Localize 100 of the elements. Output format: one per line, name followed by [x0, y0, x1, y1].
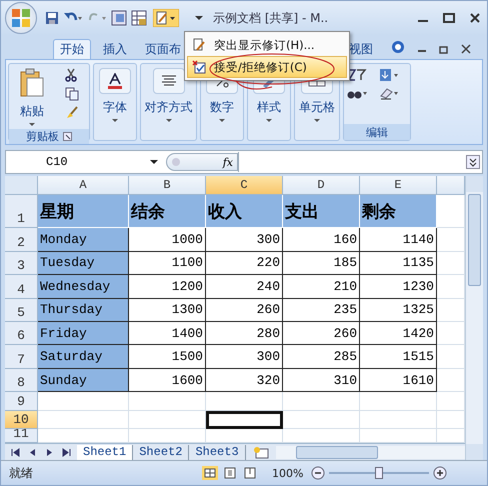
column-header[interactable]: C — [206, 176, 283, 195]
brush-icon[interactable] — [65, 106, 79, 120]
table-cell: 1300 — [129, 298, 206, 322]
paste-button[interactable]: 粘贴 — [20, 103, 44, 120]
restore-icon[interactable] — [439, 44, 449, 54]
page-break-icon[interactable] — [242, 466, 258, 480]
first-sheet-icon[interactable] — [11, 448, 20, 457]
ribbon-tab[interactable]: 页面布 — [139, 39, 187, 59]
track-changes-icon[interactable] — [153, 9, 179, 27]
column-header[interactable]: D — [283, 176, 360, 195]
copy-icon[interactable] — [65, 87, 79, 101]
table-cell: 1000 — [129, 228, 206, 252]
accept-reject-icon — [192, 60, 206, 74]
column-header[interactable]: E — [360, 176, 437, 195]
zoom-in-icon[interactable] — [433, 466, 448, 480]
close-icon[interactable] — [461, 44, 471, 54]
vertical-scrollbar[interactable] — [465, 176, 483, 460]
group-label: 编辑 — [366, 124, 388, 140]
empty-cell[interactable] — [129, 410, 206, 430]
table-cell: 1100 — [129, 252, 206, 276]
column-header[interactable]: B — [129, 176, 206, 195]
pencil-icon — [192, 38, 206, 52]
table-cell: 300 — [206, 228, 283, 252]
row-header[interactable]: 9 — [5, 392, 38, 411]
empty-cell[interactable] — [206, 392, 283, 411]
next-sheet-icon[interactable] — [45, 448, 54, 457]
ribbon-button[interactable]: 样式 — [257, 99, 281, 116]
ribbon-button[interactable]: 字体 — [103, 99, 127, 116]
clipboard-icon — [19, 68, 45, 98]
close-icon[interactable] — [469, 12, 481, 24]
table-cell: 1325 — [360, 298, 437, 322]
ribbon-button[interactable]: 对齐方式 — [144, 99, 192, 116]
status-text: 就绪 — [9, 464, 34, 482]
empty-cell[interactable] — [129, 392, 206, 411]
menu-item[interactable]: 接受/拒绝修订(C) — [187, 56, 347, 78]
table-cell: 1500 — [129, 345, 206, 369]
table-cell: 1420 — [360, 322, 437, 346]
zoom-thumb[interactable] — [375, 467, 384, 479]
dialog-launcher-icon[interactable] — [63, 132, 72, 141]
table-cell: 235 — [283, 298, 360, 322]
empty-cell[interactable] — [360, 392, 437, 411]
row-header[interactable]: 4 — [5, 275, 38, 299]
previous-sheet-icon[interactable] — [28, 448, 37, 457]
empty-cell[interactable] — [360, 410, 437, 430]
empty-cell[interactable] — [283, 392, 360, 411]
table-cell: Tuesday — [38, 252, 129, 276]
function-button[interactable]: fx — [222, 156, 233, 168]
window-title: 示例文档 [共享] - M.. — [213, 10, 330, 26]
table-cell: 结余 — [129, 195, 206, 228]
table-cell: Monday — [38, 228, 129, 252]
table-cell: 300 — [206, 345, 283, 369]
sheet-tab[interactable]: Sheet1 — [77, 444, 134, 460]
zoom-level[interactable]: 100% — [272, 466, 304, 480]
table-cell: Saturday — [38, 345, 129, 369]
group-label: 剪贴板 — [26, 129, 59, 144]
save-icon[interactable] — [45, 11, 59, 25]
row-header[interactable]: 8 — [5, 368, 38, 392]
ribbon-tab[interactable]: 开始 — [53, 39, 91, 59]
normal-view-icon[interactable] — [202, 466, 218, 480]
zoom-out-icon[interactable] — [311, 466, 326, 480]
row-header[interactable]: 2 — [5, 228, 38, 252]
row-header[interactable]: 1 — [5, 195, 38, 228]
table-cell: 支出 — [283, 195, 360, 228]
ribbon-button[interactable]: 数字 — [210, 99, 234, 116]
sort-icon[interactable] — [347, 68, 369, 82]
maximize-icon[interactable] — [443, 12, 455, 24]
scissors-icon[interactable] — [65, 68, 77, 82]
column-header[interactable]: A — [38, 176, 129, 195]
expand-formula-bar-icon[interactable] — [466, 155, 480, 169]
table-cell: 185 — [283, 252, 360, 276]
table-cell: 210 — [283, 275, 360, 299]
table-cell: 260 — [283, 322, 360, 346]
table-cell: 1230 — [360, 275, 437, 299]
row-header[interactable]: 5 — [5, 298, 38, 322]
office-button[interactable] — [5, 2, 37, 34]
last-sheet-icon[interactable] — [62, 448, 71, 457]
insert-sheet-icon[interactable] — [252, 446, 270, 459]
eraser-icon[interactable] — [379, 86, 401, 100]
fill-down-icon[interactable] — [379, 68, 401, 82]
table-cell: Thursday — [38, 298, 129, 322]
row-header[interactable]: 6 — [5, 322, 38, 346]
row-header[interactable]: 7 — [5, 345, 38, 369]
name-box[interactable]: C10 — [6, 152, 166, 172]
row-header[interactable]: 10 — [5, 410, 38, 430]
table-cell: 160 — [283, 228, 360, 252]
row-header[interactable]: 3 — [5, 252, 38, 276]
table-cell: 310 — [283, 368, 360, 392]
zoom-slider[interactable] — [311, 466, 448, 480]
horizontal-scrollbar[interactable] — [276, 446, 465, 459]
table-cell: 1200 — [129, 275, 206, 299]
table-cell: 1135 — [360, 252, 437, 276]
empty-cell[interactable] — [283, 410, 360, 430]
ribbon-button[interactable]: 单元格 — [299, 99, 335, 116]
ribbon-tab[interactable]: 插入 — [97, 39, 133, 59]
help-icon[interactable] — [391, 40, 405, 54]
workbook-icon[interactable] — [131, 10, 147, 26]
page-layout-icon[interactable] — [222, 466, 238, 480]
table-cell: 1140 — [360, 228, 437, 252]
table-cell: 280 — [206, 322, 283, 346]
active-cell[interactable] — [206, 410, 283, 430]
